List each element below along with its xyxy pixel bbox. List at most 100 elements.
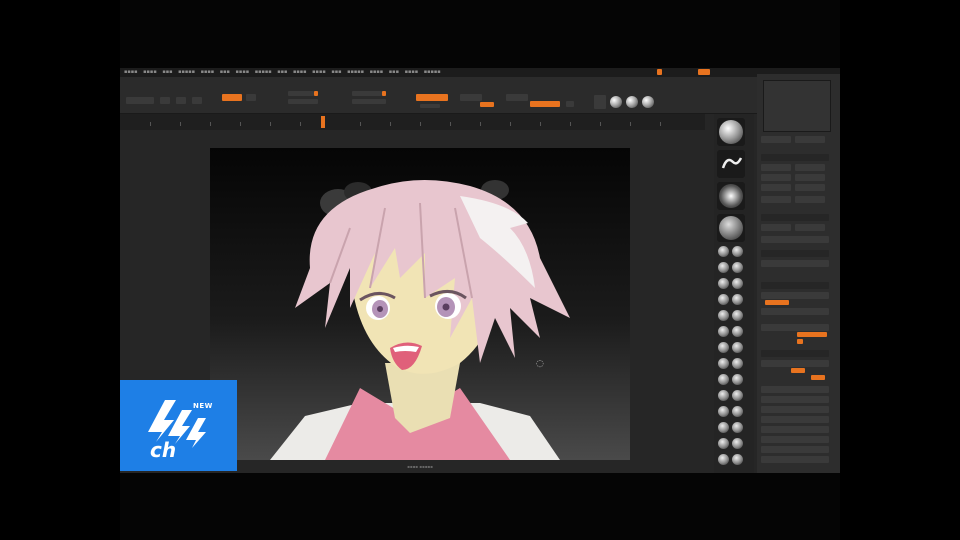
mrgb-slider[interactable] (352, 91, 382, 96)
menu-item[interactable]: ▪▪▪▪ (405, 68, 419, 77)
brush-slot-icon[interactable] (718, 358, 729, 369)
active-points-slider[interactable] (530, 101, 560, 107)
brush-slot-icon[interactable] (718, 374, 729, 385)
tray-button[interactable] (761, 360, 829, 367)
brush-slot-icon[interactable] (732, 246, 743, 257)
tray-button[interactable] (761, 224, 791, 231)
mrgb-handle[interactable] (382, 91, 386, 96)
brush-slot-icon[interactable] (718, 262, 729, 273)
tray-accent-slider[interactable] (791, 368, 805, 373)
tray-header[interactable] (761, 350, 829, 357)
material-sphere-icon[interactable] (610, 96, 622, 108)
brush-slot-icon[interactable] (718, 246, 729, 257)
tray-button[interactable] (761, 456, 829, 463)
texture-icon[interactable] (717, 214, 745, 242)
tray-button[interactable] (761, 292, 829, 299)
tray-accent-slider[interactable] (765, 300, 789, 305)
tray-button[interactable] (795, 184, 825, 191)
menu-item[interactable]: ▪▪▪ (389, 68, 399, 77)
tool-button[interactable] (160, 97, 170, 104)
brush-slot-icon[interactable] (718, 294, 729, 305)
stroke-icon[interactable] (717, 150, 745, 178)
brush-slot-icon[interactable] (732, 406, 743, 417)
zsub-button[interactable] (420, 104, 440, 108)
menu-item[interactable]: ▪▪▪▪▪ (255, 68, 272, 77)
brush-slot-icon[interactable] (732, 326, 743, 337)
brush-slot-icon[interactable] (732, 374, 743, 385)
brush-slot-icon[interactable] (732, 422, 743, 433)
brush-slot-icon[interactable] (732, 358, 743, 369)
brush-slot-icon[interactable] (718, 438, 729, 449)
focal-shift-slider[interactable] (288, 91, 314, 96)
brush-slot-icon[interactable] (718, 390, 729, 401)
brush-slot-icon[interactable] (718, 342, 729, 353)
menu-item[interactable]: ▪▪▪ (220, 68, 230, 77)
tray-button[interactable] (761, 164, 791, 171)
tray-button[interactable] (761, 446, 829, 453)
tool-button[interactable] (192, 97, 202, 104)
brush-slot-icon[interactable] (732, 278, 743, 289)
menu-item[interactable]: ▪▪▪▪▪ (347, 68, 364, 77)
tool-button[interactable] (566, 101, 574, 107)
brush-slot-icon[interactable] (732, 438, 743, 449)
tray-button[interactable] (761, 426, 829, 433)
tray-button[interactable] (795, 196, 825, 203)
quicksave-button[interactable] (698, 69, 710, 75)
tool-button[interactable] (506, 94, 528, 101)
brush-slot-icon[interactable] (718, 422, 729, 433)
tool-button[interactable] (460, 94, 482, 101)
brush-slot-icon[interactable] (732, 390, 743, 401)
alpha-icon[interactable] (717, 182, 745, 210)
tray-accent-slider[interactable] (811, 375, 825, 380)
canvas-viewport[interactable]: ◌ (210, 148, 630, 460)
tray-button[interactable] (761, 196, 791, 203)
brush-slot-icon[interactable] (732, 342, 743, 353)
tray-header[interactable] (761, 154, 829, 161)
menu-item[interactable]: ▪▪▪▪ (124, 68, 138, 77)
timeline-ruler[interactable] (120, 114, 705, 130)
menu-item[interactable]: ▪▪▪▪ (236, 68, 250, 77)
tray-button[interactable] (795, 224, 825, 231)
menu-item[interactable]: ▪▪▪ (162, 68, 172, 77)
tray-accent-slider[interactable] (797, 339, 803, 344)
tool-button[interactable] (246, 94, 256, 101)
tray-button[interactable] (761, 406, 829, 413)
brush-slot-icon[interactable] (718, 310, 729, 321)
menu-item[interactable]: ▪▪▪▪ (312, 68, 326, 77)
menu-item[interactable]: ▪▪▪▪▪ (424, 68, 441, 77)
menu-item[interactable]: ▪▪▪▪ (143, 68, 157, 77)
brush-slot-icon[interactable] (732, 294, 743, 305)
brush-slot-icon[interactable] (732, 454, 743, 465)
menu-item[interactable]: ▪▪▪▪▪ (178, 68, 195, 77)
brush-slot-icon[interactable] (718, 278, 729, 289)
brush-slot-icon[interactable] (732, 262, 743, 273)
tray-button[interactable] (761, 260, 829, 267)
sphere-brush-icon[interactable] (717, 118, 745, 146)
menu-item[interactable]: ▪▪▪▪ (370, 68, 384, 77)
tray-button[interactable] (795, 164, 825, 171)
tray-button[interactable] (795, 174, 825, 181)
focal-shift-handle[interactable] (314, 91, 318, 96)
draw-size-slider[interactable] (288, 99, 318, 104)
tray-button[interactable] (761, 174, 791, 181)
tool-button[interactable] (126, 97, 154, 104)
brush-slot-icon[interactable] (718, 406, 729, 417)
menu-item[interactable]: ▪▪▪ (331, 68, 341, 77)
menu-item[interactable]: ▪▪▪▪ (293, 68, 307, 77)
tray-button[interactable] (761, 436, 829, 443)
tray-button[interactable] (761, 386, 829, 393)
tray-button[interactable] (795, 136, 825, 143)
material-sphere-icon[interactable] (626, 96, 638, 108)
render-button[interactable] (594, 95, 606, 109)
menu-item[interactable]: ▪▪▪▪ (201, 68, 215, 77)
brush-slot-icon[interactable] (732, 310, 743, 321)
z-intensity-slider[interactable] (352, 99, 386, 104)
tray-button[interactable] (761, 416, 829, 423)
zadd-button[interactable] (416, 94, 448, 101)
tray-button[interactable] (761, 184, 791, 191)
brush-slot-icon[interactable] (718, 326, 729, 337)
tray-accent-slider[interactable] (797, 332, 827, 337)
tray-button[interactable] (761, 236, 829, 243)
material-sphere-icon[interactable] (642, 96, 654, 108)
tray-header[interactable] (761, 214, 829, 221)
